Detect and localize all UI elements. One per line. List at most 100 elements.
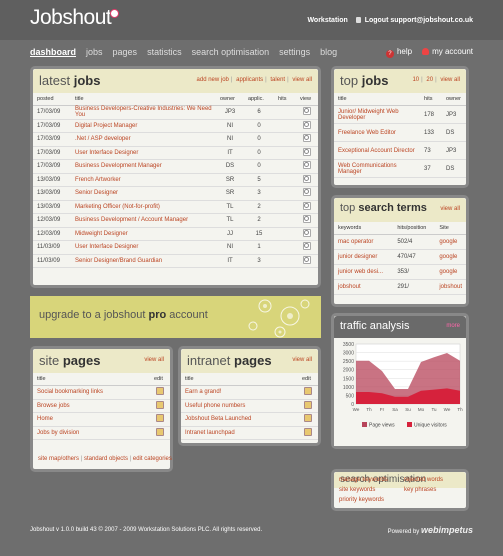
manage-keywords-link[interactable]: manage keywords [339, 475, 388, 485]
view-icon[interactable] [303, 134, 311, 143]
priority-keywords-link[interactable]: priority keywords [339, 495, 388, 505]
col-keywords: keywords [334, 222, 394, 235]
applicants-count: 5 [244, 173, 274, 187]
site-map-link[interactable]: site map/others [38, 456, 79, 462]
logo[interactable]: Jobshout [30, 6, 112, 30]
job-title-link[interactable]: Senior Designer [71, 186, 216, 201]
job-title-link[interactable]: Business Development Manager [71, 159, 216, 174]
view-icon[interactable] [303, 120, 311, 129]
nav-dashboard[interactable]: dashboard [30, 47, 76, 61]
site-keywords-link[interactable]: site keywords [339, 485, 388, 495]
key-phrases-link[interactable]: key phrases [404, 485, 443, 495]
view-icon[interactable] [303, 147, 311, 156]
page-title-link[interactable]: Browse jobs [33, 399, 150, 413]
account-link[interactable]: my account [422, 47, 473, 58]
standard-objects-link[interactable]: standard objects [84, 456, 128, 462]
nav-settings[interactable]: settings [279, 47, 310, 61]
view-icon[interactable] [303, 242, 311, 251]
edit-icon[interactable] [304, 400, 312, 409]
logout-link[interactable]: Logout support@jobshout.co.uk [365, 17, 473, 24]
keyword-link[interactable]: junior designer [334, 249, 394, 265]
job-title-link[interactable]: French Artworker [71, 173, 216, 187]
top-10-link[interactable]: 10 [412, 77, 419, 83]
view-icon[interactable] [303, 201, 311, 210]
col-edit: edit [150, 373, 170, 386]
view-icon[interactable] [303, 255, 311, 264]
top-jobs-header: top jobs 10 | 20 | view all [334, 69, 466, 93]
view-icon[interactable] [303, 228, 311, 237]
page-title-link[interactable]: Intranet launchpad [181, 426, 298, 440]
edit-icon[interactable] [156, 400, 164, 409]
upgrade-banner[interactable]: upgrade to a jobshout pro account [30, 296, 321, 338]
view-icon[interactable] [303, 161, 311, 170]
talent-link[interactable]: talent [270, 77, 285, 83]
owner: DS [442, 123, 466, 142]
applicants-count: 0 [244, 119, 274, 133]
traffic-more-link[interactable]: more [446, 323, 460, 329]
nav-blog[interactable]: blog [320, 47, 337, 61]
top-jobs-view-all-link[interactable]: view all [440, 77, 460, 83]
posted-date: 13/03/09 [33, 186, 71, 201]
view-icon[interactable] [303, 107, 311, 116]
page-title-link[interactable]: Useful phone numbers [181, 399, 298, 413]
panel-title: intranet pages [187, 353, 272, 368]
nav-pages[interactable]: pages [113, 47, 138, 61]
view-icon[interactable] [303, 188, 311, 197]
rejected-words-link[interactable]: rejected words [404, 475, 443, 485]
edit-categories-link[interactable]: edit categories [133, 456, 172, 462]
edit-icon[interactable] [156, 414, 164, 423]
keyword-link[interactable]: jobshout [334, 279, 394, 295]
posted-date: 13/03/09 [33, 200, 71, 214]
top-job-title-link[interactable]: Freelance Web Editor [334, 123, 420, 142]
view-icon[interactable] [303, 215, 311, 224]
job-title-link[interactable]: Business Development / Account Manager [71, 213, 216, 228]
edit-icon[interactable] [304, 387, 312, 396]
job-title-link[interactable]: Senior Designer/Brand Guardian [71, 254, 216, 268]
search-terms-body: mac operator 502/4 google junior designer 47… [334, 234, 466, 295]
add-new-job-link[interactable]: add new job [197, 77, 229, 83]
search-terms-view-all[interactable]: view all [440, 206, 460, 212]
edit-icon[interactable] [156, 387, 164, 396]
view-icon[interactable] [303, 174, 311, 183]
site-link[interactable]: jobshout [435, 279, 466, 295]
top-job-title-link[interactable]: Junior/ Midweight Web Developer [334, 105, 420, 124]
applicants-link[interactable]: applicants [236, 77, 263, 83]
nav-jobs[interactable]: jobs [86, 47, 103, 61]
top-20-link[interactable]: 20 [426, 77, 433, 83]
job-title-link[interactable]: .Net / ASP developer [71, 132, 216, 147]
page-title-link[interactable]: Jobshout Beta Launched [181, 412, 298, 427]
site-link[interactable]: google [435, 249, 466, 265]
job-title-link[interactable]: Digital Project Manager [71, 119, 216, 133]
brand-logo[interactable]: webimpetus [421, 525, 473, 535]
top-job-title-link[interactable]: Web Communications Manager [334, 159, 420, 178]
job-title-link[interactable]: Business Developers-Creative Industries:… [71, 105, 216, 120]
edit-cell [298, 399, 318, 413]
job-title-link[interactable]: User Interface Designer [71, 240, 216, 255]
traffic-chart: 3500300025002000150010005000We Th Fr Sa Su Mo… [334, 338, 466, 446]
site-link[interactable]: google [435, 234, 466, 250]
top-job-title-link[interactable]: Exceptional Account Director [334, 141, 420, 160]
keyword-link[interactable]: mac operator [334, 234, 394, 250]
nav-search-optimisation[interactable]: search optimisation [192, 47, 270, 61]
intranet-pages-view-all[interactable]: view all [292, 357, 312, 363]
page-title-link[interactable]: Social bookmarking links [33, 385, 150, 400]
page-title-link[interactable]: Home [33, 412, 150, 427]
nav-statistics[interactable]: statistics [147, 47, 182, 61]
page-title-link[interactable]: Earn a grand! [181, 385, 298, 400]
owner: JP3 [442, 105, 466, 124]
help-link[interactable]: ? help [385, 47, 412, 58]
edit-icon[interactable] [304, 427, 312, 436]
hits [274, 240, 296, 255]
keyword-link[interactable]: junior web desi... [334, 264, 394, 280]
edit-icon[interactable] [156, 427, 164, 436]
view-all-link[interactable]: view all [292, 77, 312, 83]
edit-icon[interactable] [304, 414, 312, 423]
job-title-link[interactable]: Marketing Officer (Not-for-profit) [71, 200, 216, 214]
site-link[interactable]: google [435, 264, 466, 280]
posted-date: 17/03/09 [33, 159, 71, 174]
job-title-link[interactable]: Midweight Designer [71, 227, 216, 241]
site-pages-view-all[interactable]: view all [144, 357, 164, 363]
job-title-link[interactable]: User Interface Designer [71, 146, 216, 160]
page-title-link[interactable]: Jobs by division [33, 426, 150, 440]
view-cell [296, 213, 318, 228]
